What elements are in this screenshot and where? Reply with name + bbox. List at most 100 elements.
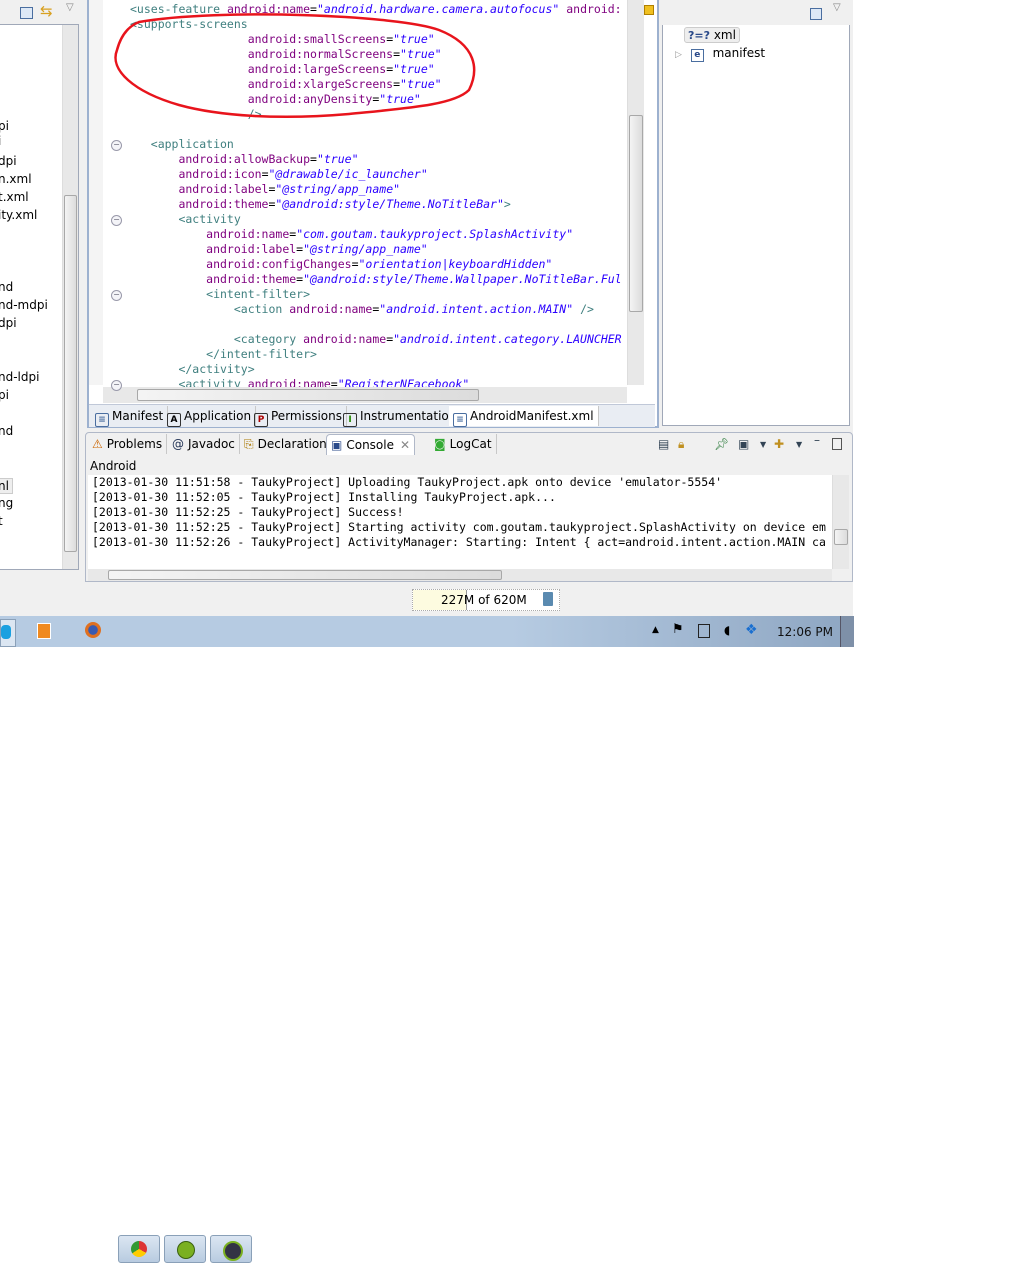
tree-item[interactable]: nd: [0, 280, 13, 294]
code-line: android:label="@string/app_name": [130, 182, 400, 197]
xml-icon: ≡: [453, 413, 467, 427]
outline-menu-icon[interactable]: ▽: [833, 2, 841, 13]
problems-icon: ⚠: [92, 437, 103, 451]
tree-item[interactable]: pi: [0, 388, 9, 402]
tree-item[interactable]: t: [0, 514, 3, 528]
code-line: android:theme="@android:style/Theme.Wall…: [130, 272, 621, 287]
media-player-icon: [37, 623, 51, 639]
explorer-scrollbar[interactable]: [62, 25, 78, 569]
fold-toggle-icon[interactable]: −: [111, 215, 122, 226]
editor-vscroll-thumb[interactable]: [629, 115, 643, 312]
code-token-val: "true": [316, 152, 359, 166]
expand-arrow-icon[interactable]: ▷: [675, 50, 682, 60]
tab-application[interactable]: A Application: [163, 406, 257, 427]
explorer-toolbar: ⇆ ▽: [0, 0, 80, 24]
element-icon: e: [690, 49, 704, 62]
heap-status[interactable]: 227M of 620M: [412, 589, 560, 611]
tree-item[interactable]: nd: [0, 424, 13, 438]
android-tool-icon: [177, 1241, 195, 1259]
link-with-editor-icon[interactable]: ⇆: [40, 2, 53, 20]
code-line: <application: [130, 137, 234, 152]
scroll-lock-icon[interactable]: 🔒︎: [678, 437, 684, 452]
code-token-val: "android.intent.action.MAIN": [379, 302, 574, 316]
console-hscrollbar[interactable]: [88, 569, 832, 581]
fold-toggle-icon[interactable]: −: [111, 140, 122, 151]
tree-item[interactable]: nd-ldpi: [0, 370, 39, 384]
console-vscroll-thumb[interactable]: [834, 529, 848, 545]
show-hidden-icons[interactable]: ▲: [652, 625, 659, 635]
fold-toggle-icon[interactable]: −: [111, 290, 122, 301]
console-tab-logcat[interactable]: ◙ LogCat: [430, 434, 497, 454]
taskbar-app-media-player[interactable]: [33, 621, 55, 643]
view-menu-icon[interactable]: ▽: [66, 2, 74, 13]
firefox-icon: [85, 622, 101, 638]
console-tabs: ⚠ Problems @ Javadoc ⎘ Declaration ▣ Console ✕ ◙ L…: [86, 434, 506, 456]
dropbox-icon[interactable]: ❖: [745, 622, 758, 638]
tab-instrumentation[interactable]: I Instrumentation: [339, 406, 462, 427]
code-token-tag: <category: [130, 332, 304, 346]
tab-androidmanifestxml[interactable]: ≡ AndroidManifest.xml: [449, 406, 599, 427]
minimize-icon[interactable]: –: [814, 433, 820, 447]
action-center-flag-icon[interactable]: ⚑: [672, 622, 684, 637]
code-token-val: "com.goutam.taukyproject.SplashActivity": [296, 227, 574, 241]
editor-hscrollbar[interactable]: [103, 387, 627, 403]
tree-item[interactable]: i: [0, 134, 1, 148]
tree-item[interactable]: ity.xml: [0, 208, 37, 222]
collapse-all-icon[interactable]: [20, 7, 33, 19]
overview-ruler-marker: [644, 5, 654, 15]
fold-toggle-icon[interactable]: −: [111, 380, 122, 391]
tree-item[interactable]: dpi: [0, 316, 17, 330]
show-desktop-button[interactable]: [840, 616, 854, 647]
clock[interactable]: 12:06 PM: [777, 625, 833, 639]
outline-item-manifest[interactable]: ▷ e manifest: [675, 46, 765, 62]
code-line: android:theme="@android:style/Theme.NoTi…: [130, 197, 510, 212]
tab-label: Instrumentation: [360, 409, 457, 423]
dropdown-arrow-icon[interactable]: ▼: [796, 440, 802, 449]
tab-manifest[interactable]: ≡ Manifest: [91, 406, 169, 427]
code-token-attr: android:label: [130, 182, 269, 196]
console-tab-javadoc[interactable]: @ Javadoc: [168, 434, 240, 454]
outline-item-xml[interactable]: ?=? xml: [684, 27, 740, 43]
code-token-val: "@string/app_name": [303, 242, 428, 256]
pin-console-icon[interactable]: 📌︎: [714, 437, 729, 451]
declaration-icon: ⎘: [244, 437, 254, 451]
code-token-attr: android:allowBackup: [130, 152, 311, 166]
volume-icon[interactable]: ◖: [724, 623, 730, 637]
console-tab-declaration[interactable]: ⎘ Declaration: [240, 434, 332, 454]
close-tab-icon[interactable]: ✕: [400, 438, 410, 452]
network-icon[interactable]: [698, 624, 710, 638]
console-vscrollbar[interactable]: [832, 475, 849, 569]
console-tab-problems[interactable]: ⚠ Problems: [88, 434, 168, 454]
dropdown-arrow-icon[interactable]: ▼: [760, 440, 766, 449]
outline-collapse-icon[interactable]: [810, 8, 822, 20]
taskbar-app-terminal[interactable]: [210, 1235, 252, 1263]
explorer-scroll-thumb[interactable]: [64, 195, 77, 552]
tree-item[interactable]: nd-mdpi: [0, 298, 48, 312]
taskbar-app-android-tool[interactable]: [164, 1235, 206, 1263]
clear-console-icon[interactable]: ▤: [658, 437, 669, 451]
code-token-attr: android:theme: [130, 272, 297, 286]
code-token-attr: android:icon: [130, 167, 262, 181]
console-output[interactable]: [2013-01-30 11:51:58 - TaukyProject] Upl…: [88, 475, 832, 569]
garbage-collect-icon[interactable]: [543, 592, 553, 606]
maximize-icon[interactable]: [832, 438, 842, 450]
console-tab-console[interactable]: ▣ Console ✕: [326, 434, 416, 455]
taskbar-app-skype[interactable]: [0, 619, 16, 647]
tree-item[interactable]: nl: [0, 478, 13, 494]
editor-hscroll-thumb[interactable]: [137, 389, 479, 401]
display-console-icon[interactable]: ▣: [738, 437, 749, 451]
tree-item[interactable]: pi: [0, 119, 9, 133]
tab-label: Console: [346, 438, 394, 452]
tree-item[interactable]: dpi: [0, 154, 17, 168]
tree-item[interactable]: n.xml: [0, 172, 32, 186]
taskbar-app-chrome[interactable]: [118, 1235, 160, 1263]
tree-item[interactable]: t.xml: [0, 190, 29, 204]
tree-item[interactable]: ng: [0, 496, 13, 510]
code-token-tag: <application: [130, 137, 234, 151]
tab-permissions[interactable]: P Permissions: [250, 406, 347, 427]
open-console-icon[interactable]: ✚: [774, 437, 784, 451]
logcat-icon: ◙: [434, 437, 446, 451]
taskbar-app-firefox[interactable]: [83, 621, 105, 643]
editor-vscrollbar[interactable]: [627, 0, 644, 385]
console-hscroll-thumb[interactable]: [108, 570, 502, 580]
